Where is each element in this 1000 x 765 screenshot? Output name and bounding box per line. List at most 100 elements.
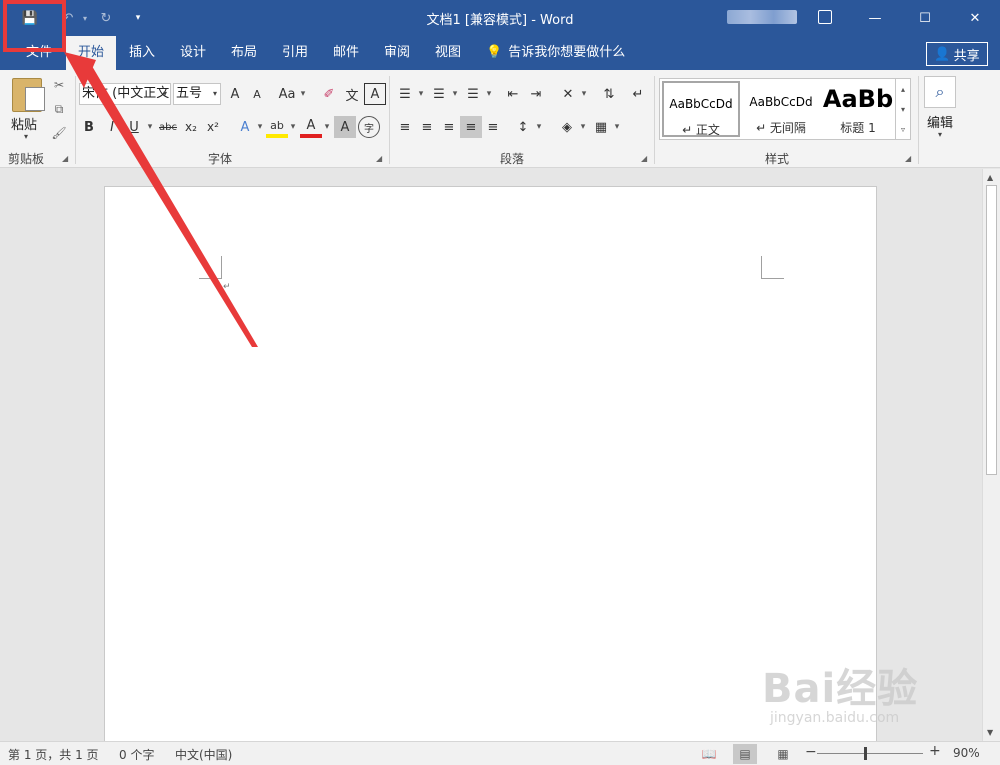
tab-references[interactable]: 引用 <box>270 36 320 70</box>
chevron-down-icon[interactable]: ▾ <box>450 83 460 105</box>
sort-icon[interactable]: ⇅ <box>598 83 620 105</box>
zoom-out-button[interactable]: − <box>805 744 817 760</box>
find-icon[interactable]: ⌕ <box>924 76 956 108</box>
chevron-down-icon[interactable]: ▾ <box>416 83 426 105</box>
styles-scroll[interactable]: ▴ ▾ ▿ <box>895 78 911 140</box>
minimize-button[interactable]: — <box>850 0 900 36</box>
chevron-down-icon[interactable]: ▾ <box>579 83 589 105</box>
text-effects-icon[interactable]: A <box>234 116 256 138</box>
chevron-down-icon[interactable]: ▾ <box>322 116 332 138</box>
cut-icon[interactable]: ✂ <box>50 76 68 94</box>
style-normal[interactable]: AaBbCcDd ↵ 正文 <box>662 81 740 137</box>
chevron-down-icon[interactable]: ▾ <box>578 116 588 138</box>
strikethrough-icon[interactable]: abc <box>157 116 179 138</box>
tab-layout[interactable]: 布局 <box>219 36 269 70</box>
chevron-down-icon[interactable]: ▾ <box>484 83 494 105</box>
subscript-icon[interactable]: x₂ <box>180 116 202 138</box>
chevron-down-icon[interactable]: ▾ <box>298 83 308 105</box>
grow-font-icon[interactable]: A <box>224 83 246 105</box>
superscript-icon[interactable]: x² <box>202 116 224 138</box>
account-name-blurred[interactable] <box>727 10 797 24</box>
decrease-indent-icon[interactable]: ⇤ <box>502 83 524 105</box>
chevron-down-icon[interactable]: ▾ <box>901 105 905 114</box>
bold-icon[interactable]: B <box>78 116 100 138</box>
maximize-button[interactable]: ☐ <box>900 0 950 36</box>
character-shading-icon[interactable]: A <box>334 116 356 138</box>
editing-label[interactable]: 编辑 <box>927 112 953 131</box>
show-marks-icon[interactable]: ↵ <box>627 83 649 105</box>
style-no-spacing[interactable]: AaBbCcDd ↵ 无间隔 <box>742 81 820 137</box>
copy-icon[interactable]: ⧉ <box>50 100 68 118</box>
borders-icon[interactable]: ▦ <box>590 116 612 138</box>
web-layout-icon[interactable]: ▦ <box>771 744 795 764</box>
align-right-icon[interactable]: ≡ <box>438 116 460 138</box>
style-heading-1[interactable]: AaBb 标题 1 <box>822 81 894 137</box>
vertical-scrollbar[interactable]: ▲ ▼ <box>982 169 1000 741</box>
highlight-icon[interactable]: ab <box>266 116 288 138</box>
numbering-icon[interactable]: ☰ <box>428 83 450 105</box>
share-button[interactable]: 👤 共享 <box>926 42 988 66</box>
close-button[interactable]: ✕ <box>950 0 1000 36</box>
chevron-down-icon[interactable]: ▾ <box>145 116 155 138</box>
tab-review[interactable]: 审阅 <box>372 36 422 70</box>
paste-dropdown-icon[interactable]: ▾ <box>24 132 28 141</box>
chevron-down-icon: ▾ <box>212 89 217 98</box>
distributed-icon[interactable]: ≡ <box>482 116 504 138</box>
align-left-icon[interactable]: ≡ <box>394 116 416 138</box>
increase-indent-icon[interactable]: ⇥ <box>525 83 547 105</box>
tab-design[interactable]: 设计 <box>168 36 218 70</box>
align-center-icon[interactable]: ≡ <box>416 116 438 138</box>
chevron-down-icon[interactable]: ▾ <box>288 116 298 138</box>
change-case-icon[interactable]: Aa <box>276 83 298 105</box>
enclose-characters-icon[interactable]: 字 <box>358 116 380 138</box>
tab-mailings[interactable]: 邮件 <box>321 36 371 70</box>
shading-icon[interactable]: ◈ <box>556 116 578 138</box>
paragraph-launcher-icon[interactable]: ◢ <box>641 154 647 163</box>
line-spacing-icon[interactable]: ↕ <box>512 116 534 138</box>
zoom-in-button[interactable]: + <box>929 743 941 759</box>
print-layout-icon[interactable]: ▤ <box>733 744 757 764</box>
multilevel-list-icon[interactable]: ☰ <box>462 83 484 105</box>
font-name-combo[interactable]: 宋体 (中文正文) ▾ <box>79 83 171 105</box>
font-size-combo[interactable]: 五号 ▾ <box>173 83 221 105</box>
font-launcher-icon[interactable]: ◢ <box>376 154 382 163</box>
zoom-level[interactable]: 90% <box>953 746 980 760</box>
scroll-down-icon[interactable]: ▼ <box>987 728 993 737</box>
paste-icon[interactable] <box>12 78 45 112</box>
chevron-down-icon[interactable]: ▾ <box>255 116 265 138</box>
clear-formatting-icon[interactable]: ✐ <box>318 83 340 105</box>
justify-icon[interactable]: ≡ <box>460 116 482 138</box>
asian-layout-icon[interactable]: ✕ <box>557 83 579 105</box>
character-border-icon[interactable]: A <box>364 83 386 105</box>
italic-icon[interactable]: I <box>101 116 123 138</box>
clipboard-launcher-icon[interactable]: ◢ <box>62 154 68 163</box>
underline-icon[interactable]: U <box>123 116 145 138</box>
shrink-font-icon[interactable]: A <box>246 83 268 105</box>
phonetic-guide-icon[interactable]: 文 <box>341 83 363 105</box>
page-count[interactable]: 第 1 页，共 1 页 <box>8 746 99 763</box>
read-mode-icon[interactable]: 📖 <box>697 744 721 764</box>
language[interactable]: 中文(中国) <box>175 746 232 763</box>
tab-home[interactable]: 开始 <box>66 36 117 70</box>
format-painter-icon[interactable]: 🖌 <box>50 124 68 142</box>
tab-view[interactable]: 视图 <box>423 36 473 70</box>
tell-me-box[interactable]: 💡 告诉我你想要做什么 <box>486 36 625 70</box>
zoom-slider[interactable] <box>817 753 923 754</box>
scroll-up-icon[interactable]: ▲ <box>987 173 993 182</box>
style-name: ↵ 正文 <box>682 123 720 137</box>
zoom-slider-thumb[interactable] <box>864 747 867 760</box>
styles-launcher-icon[interactable]: ◢ <box>905 154 911 163</box>
more-icon[interactable]: ▿ <box>901 125 905 134</box>
chevron-up-icon[interactable]: ▴ <box>901 85 905 94</box>
word-count[interactable]: 0 个字 <box>119 746 154 763</box>
bullets-icon[interactable]: ☰ <box>394 83 416 105</box>
ribbon-display-options-icon[interactable] <box>818 10 832 24</box>
chevron-down-icon[interactable]: ▾ <box>612 116 622 138</box>
window-controls: — ☐ ✕ <box>850 0 1000 36</box>
chevron-down-icon[interactable]: ▾ <box>534 116 544 138</box>
scroll-thumb[interactable] <box>986 185 997 475</box>
editing-dropdown-icon[interactable]: ▾ <box>938 130 942 139</box>
font-color-icon[interactable]: A <box>300 116 322 138</box>
paste-label[interactable]: 粘贴 <box>11 114 37 133</box>
tab-insert[interactable]: 插入 <box>117 36 167 70</box>
